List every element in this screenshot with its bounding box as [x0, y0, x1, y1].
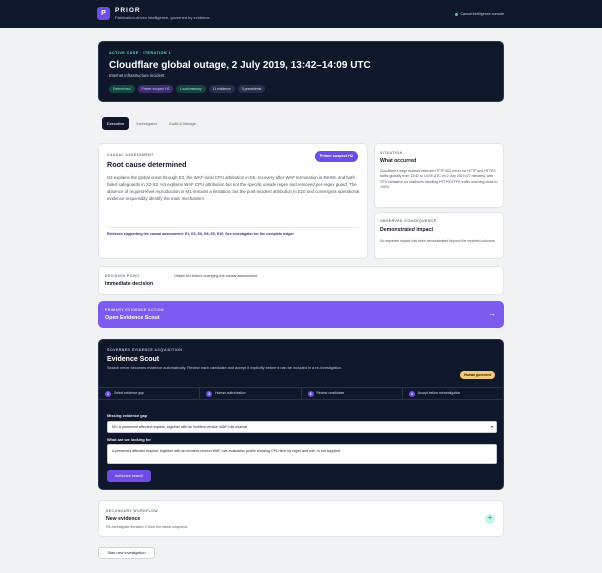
chip-primer-suspect: Primer suspect H2	[137, 85, 174, 93]
gap-field-label: Missing evidence gap	[107, 413, 148, 418]
new-evidence-card: SECONDARY WORKFLOW New evidence Re-inves…	[98, 500, 504, 537]
case-subtitle: Internet infrastructure incident	[109, 73, 165, 78]
impact-card: OBSERVED CONSEQUENCE Demonstrated impact…	[374, 212, 504, 259]
scout-title: Evidence Scout	[107, 356, 160, 363]
step-select-gap: 1 Select evidence gap	[99, 388, 201, 399]
causal-assessment-card: CAUSAL ASSESSMENT Root cause determined …	[98, 143, 368, 259]
gap-select-value: M1: A preserved affected request, togeth…	[112, 425, 248, 429]
scout-description: Search never becomes evidence automatica…	[107, 366, 343, 370]
impact-title: Demonstrated impact	[380, 227, 434, 233]
decision-title: Immediate decision	[105, 281, 154, 287]
brand-tagline: Fabrication-driven intelligence, governe…	[115, 15, 211, 20]
step-number: 2	[206, 390, 213, 397]
assessment-evidence-link[interactable]: Evidence supporting the causal assessmen…	[107, 232, 295, 237]
step-number: 1	[105, 390, 111, 397]
tab-audit-lineage[interactable]: Audit & lineage	[164, 117, 201, 130]
case-chips: Determined Primer suspect H2 Local memor…	[109, 85, 266, 93]
chip-local-memory: Local memory	[176, 85, 206, 93]
arrow-right-icon: →	[488, 309, 496, 318]
chip-precedents: 0 precedents	[237, 85, 266, 93]
case-kicker: ACTIVE CASE · ITERATION 1	[109, 51, 171, 55]
scout-eyebrow: GOVERNED EVIDENCE ACQUISITION	[107, 348, 183, 352]
assessment-body: H2 explains the global onset through E3,…	[107, 175, 360, 201]
start-new-investigation-button[interactable]: Start new investigation	[98, 547, 155, 559]
chevron-down-icon: ▾	[490, 424, 493, 429]
look-field-label: What are we looking for	[107, 437, 151, 442]
looking-for-textarea[interactable]: A preserved affected request, together w…	[107, 444, 497, 464]
secondary-note: Re-investigate iteration 2 from the late…	[106, 525, 189, 529]
step-number: 3	[307, 390, 314, 397]
step-review-candidates: 3 Review candidates	[302, 388, 403, 399]
primary-action-eyebrow: PRIMARY EVIDENCE ACTION	[105, 308, 165, 312]
step-accept: 4 Accept before reinvestigation	[403, 388, 503, 399]
secondary-eyebrow: SECONDARY WORKFLOW	[106, 509, 159, 513]
step-label: Select evidence gap	[114, 391, 144, 396]
decision-note: Obtain M1 before changing the causal ass…	[174, 274, 259, 278]
step-label: Accept before reinvestigation	[417, 391, 461, 396]
case-title: Cloudflare global outage, 2 July 2019, 1…	[109, 60, 371, 71]
open-evidence-scout-button[interactable]: PRIMARY EVIDENCE ACTION Open Evidence Sc…	[98, 301, 504, 328]
evidence-scout-panel: GOVERNED EVIDENCE ACQUISITION Evidence S…	[98, 339, 504, 490]
primary-action-title: Open Evidence Scout	[105, 315, 160, 321]
console-status: Causal intelligence console	[455, 12, 504, 17]
tab-investigator[interactable]: Investigator	[131, 117, 162, 130]
tab-executive[interactable]: Executive	[102, 117, 130, 131]
top-bar: P PRIOR Fabrication-driven intelligence,…	[0, 0, 602, 28]
step-label: Human authorization	[215, 391, 246, 396]
scout-steps: 1 Select evidence gap 2 Human authorizatio…	[99, 387, 503, 400]
assessment-divider	[107, 227, 359, 228]
primer-suspect-button[interactable]: Primer suspect H2	[314, 151, 358, 163]
authorize-search-button[interactable]: Authorize search	[107, 470, 151, 482]
assessment-title: Root cause determined	[107, 160, 187, 169]
situation-title: What occurred	[380, 158, 417, 164]
secondary-title: New evidence	[106, 516, 141, 522]
step-human-authorization: 2 Human authorization	[200, 388, 302, 399]
decision-card: DECISION POINT Immediate decision Obtain…	[98, 266, 504, 295]
decision-eyebrow: DECISION POINT	[105, 274, 140, 278]
evidence-gap-select[interactable]: M1: A preserved affected request, togeth…	[107, 421, 497, 433]
impact-body: No separate impact has been demonstrated…	[380, 239, 496, 243]
case-header: ACTIVE CASE · ITERATION 1 Cloudflare glo…	[98, 41, 504, 102]
status-dot-icon	[455, 12, 459, 16]
console-label: Causal intelligence console	[460, 12, 504, 16]
situation-body: Cloudflare's edge network returned HTTP …	[380, 169, 498, 190]
chip-evidence-count: 11 evidence	[208, 85, 235, 93]
step-label: Review candidates	[316, 391, 345, 396]
human-governed-badge: Human governed	[460, 371, 495, 380]
prior-logo: P	[97, 7, 110, 20]
step-number: 4	[408, 390, 415, 397]
assessment-eyebrow: CAUSAL ASSESSMENT	[107, 153, 154, 157]
add-evidence-plus-icon[interactable]: +	[485, 514, 495, 524]
situation-eyebrow: SITUATION	[380, 151, 403, 155]
view-tabs: Executive Investigator Audit & lineage	[102, 117, 201, 131]
impact-eyebrow: OBSERVED CONSEQUENCE	[380, 219, 437, 223]
situation-card: SITUATION What occurred Cloudflare's edg…	[374, 143, 504, 208]
chip-determined: Determined	[109, 85, 135, 93]
